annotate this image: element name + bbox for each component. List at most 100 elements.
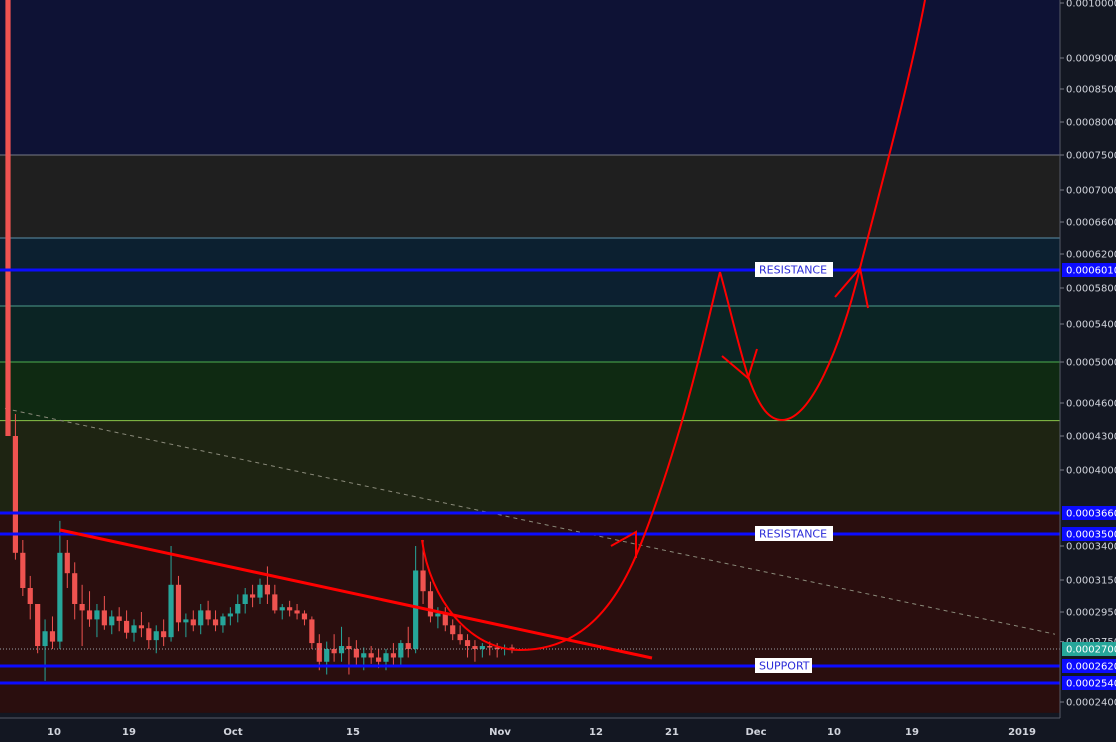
time-tick-label: Oct xyxy=(223,727,242,738)
candle-body xyxy=(205,610,211,620)
price-level-badge-label: 0.0002700 xyxy=(1066,645,1116,656)
price-tick-label: 0.0010000 xyxy=(1066,0,1116,10)
price-tick-label: 0.0004600 xyxy=(1066,399,1116,410)
time-tick-label: 21 xyxy=(665,727,679,738)
price-tick-label: 0.0007000 xyxy=(1066,186,1116,197)
candle-body xyxy=(109,616,115,626)
price-tick-label: 0.0009000 xyxy=(1066,54,1116,65)
candle-body xyxy=(138,625,145,629)
time-tick-label: 10 xyxy=(47,727,61,738)
candle-body xyxy=(235,604,241,614)
candle-body xyxy=(153,631,159,641)
candle-body xyxy=(168,584,174,638)
price-tick-label: 0.0008500 xyxy=(1066,85,1116,96)
price-level-badge-label: 0.0003660 xyxy=(1066,509,1116,520)
time-tick-label: Dec xyxy=(745,727,766,738)
candle-body xyxy=(427,591,434,617)
time-tick-label: 15 xyxy=(346,727,360,738)
candle-body xyxy=(5,0,11,436)
candle-body xyxy=(249,594,256,598)
candle-body xyxy=(131,625,137,633)
candle-body xyxy=(79,604,85,611)
candle-body xyxy=(220,616,226,626)
price-axis[interactable]: 0.0010000 0.0009000 0.0008500 0.0008000 0.00… xyxy=(1059,0,1116,742)
candle-body xyxy=(301,613,308,620)
candle-body xyxy=(324,649,330,662)
fib-band xyxy=(0,0,1060,155)
price-axis-bg xyxy=(1060,0,1116,742)
candle-body xyxy=(309,619,315,644)
candle-body xyxy=(287,607,293,611)
candle-body xyxy=(353,649,359,658)
candle-body xyxy=(398,643,404,658)
candle-body xyxy=(413,570,419,649)
price-tick-label: 0.0008000 xyxy=(1066,118,1116,129)
fib-band xyxy=(0,362,1060,421)
price-tick-label: 0.0004300 xyxy=(1066,432,1116,443)
candle-body xyxy=(72,573,78,604)
price-tick-label: 0.0007500 xyxy=(1066,151,1116,162)
candle-body xyxy=(57,552,63,642)
candle-body xyxy=(279,607,285,611)
candle-body xyxy=(442,613,448,626)
candle-body xyxy=(146,628,152,641)
time-axis[interactable]: 10 19 Oct 15 Nov 12 21 Dec 10 19 2019 xyxy=(0,717,1116,742)
price-tick-label: 0.0005400 xyxy=(1066,320,1116,331)
candle-body xyxy=(175,584,182,623)
fib-band xyxy=(0,420,1060,513)
candle-body xyxy=(264,584,271,595)
candle-body xyxy=(64,552,70,574)
candle-body xyxy=(242,594,248,604)
time-tick-label: Nov xyxy=(489,727,511,738)
time-tick-label: 2019 xyxy=(1008,727,1036,738)
price-tick-label: 0.0004000 xyxy=(1066,466,1116,477)
candle-body xyxy=(316,643,322,662)
time-tick-label: 19 xyxy=(122,727,136,738)
price-tick-label: 0.0003400 xyxy=(1066,542,1116,553)
candle-body xyxy=(183,619,189,623)
candle-body xyxy=(390,653,397,658)
price-level-badge-label: 0.0002620 xyxy=(1066,662,1116,673)
price-level-badge-label: 0.0002540 xyxy=(1066,679,1116,690)
time-tick-label: 12 xyxy=(589,727,603,738)
candle-body xyxy=(361,653,367,658)
price-tick-label: 0.0006200 xyxy=(1066,250,1116,261)
candle-body xyxy=(375,657,382,662)
candle-body xyxy=(487,646,493,648)
candle-body xyxy=(190,619,196,626)
candle-body xyxy=(123,620,130,633)
candle-body xyxy=(198,610,204,626)
candle-body xyxy=(86,610,93,620)
candle-body xyxy=(257,584,263,598)
candle-body xyxy=(368,653,374,658)
time-tick-label: 10 xyxy=(827,727,841,738)
candle-body xyxy=(49,631,56,642)
candle-body xyxy=(94,610,100,620)
candle-body xyxy=(435,613,441,617)
candle-body xyxy=(161,631,167,638)
fib-band xyxy=(0,306,1060,362)
annotation-label: RESISTANCE xyxy=(759,264,827,277)
candle-body xyxy=(101,610,107,626)
annotation-label: RESISTANCE xyxy=(759,528,827,541)
candle-body xyxy=(457,634,463,641)
price-tick-label: 0.0003150 xyxy=(1066,576,1116,587)
price-tick-label: 0.0005000 xyxy=(1066,358,1116,369)
candle-body xyxy=(20,552,26,588)
candle-body xyxy=(294,610,300,614)
fib-band xyxy=(0,238,1060,306)
annotation-label: SUPPORT xyxy=(759,660,810,673)
price-tick-label: 0.0002950 xyxy=(1066,608,1116,619)
chart-canvas: RESISTANCERESISTANCESUPPORT 0.00100000.0… xyxy=(0,0,1116,742)
price-tick-label: 0.0005800 xyxy=(1066,284,1116,295)
candle-body xyxy=(420,570,426,592)
price-tick-label: 0.0006600 xyxy=(1066,218,1116,229)
candle-body xyxy=(42,631,48,647)
candle-body xyxy=(27,588,33,604)
candle-body xyxy=(272,594,278,611)
price-level-badge-label: 0.0003500 xyxy=(1066,530,1116,541)
candle-body xyxy=(450,625,456,635)
candle-body xyxy=(331,649,337,654)
candle-body xyxy=(212,619,219,626)
time-tick-label: 19 xyxy=(905,727,919,738)
